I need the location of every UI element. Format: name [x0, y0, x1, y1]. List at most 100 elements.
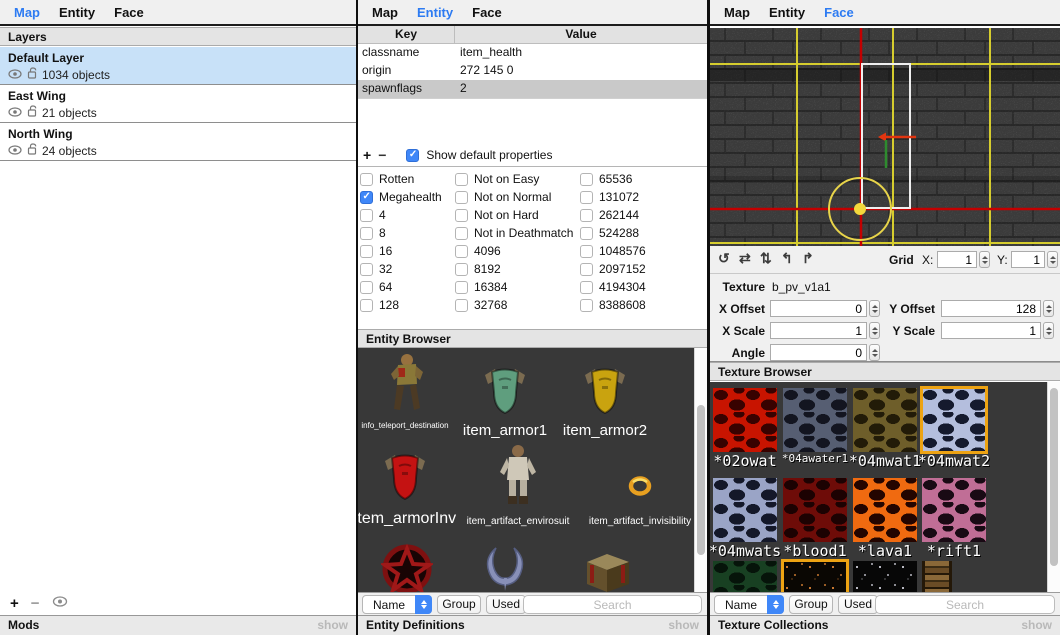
- spawnflag-16[interactable]: 16: [360, 242, 442, 260]
- spawnflag-8192[interactable]: 8192: [455, 260, 573, 278]
- x-offset-stepper[interactable]: [869, 300, 880, 317]
- visibility-icon[interactable]: [8, 68, 22, 82]
- spawnflag-megahealth[interactable]: Megahealth: [360, 188, 442, 206]
- entity-group-button[interactable]: Group: [437, 595, 481, 614]
- lock-icon[interactable]: [27, 105, 37, 120]
- show-default-properties-checkbox[interactable]: [406, 149, 419, 162]
- checkbox[interactable]: [580, 227, 593, 240]
- entity-thumb-item_artifact_envirosuit[interactable]: [484, 444, 552, 513]
- spawnflag-262144[interactable]: 262144: [580, 206, 646, 224]
- spawnflag-4096[interactable]: 4096: [455, 242, 573, 260]
- tab-map[interactable]: Map: [724, 5, 750, 20]
- spawnflag-4194304[interactable]: 4194304: [580, 278, 646, 296]
- texture-used-button[interactable]: Used: [838, 595, 878, 614]
- spawnflag-4[interactable]: 4: [360, 206, 442, 224]
- entity-thumb-item_armorInv[interactable]: [371, 452, 439, 511]
- checkbox[interactable]: [580, 209, 593, 222]
- texture-tile-04mwat1[interactable]: [853, 388, 917, 452]
- entity-browser-scrollbar[interactable]: [694, 348, 707, 592]
- texture-tile[interactable]: [853, 561, 917, 592]
- layer-row-north-wing[interactable]: North Wing24 objects: [0, 123, 356, 161]
- checkbox[interactable]: [580, 191, 593, 204]
- tab-entity[interactable]: Entity: [417, 5, 453, 20]
- visibility-icon[interactable]: [8, 144, 22, 158]
- entity-thumb-info_teleport_destination[interactable]: [371, 352, 439, 421]
- texture-tile-04awater1[interactable]: [783, 388, 847, 452]
- checkbox[interactable]: [580, 173, 593, 186]
- entity-thumb-item_armor2[interactable]: [571, 366, 639, 419]
- entity-thumb-item_armor1[interactable]: [471, 366, 539, 419]
- property-row-classname[interactable]: classnameitem_health: [358, 44, 707, 62]
- angle-input[interactable]: [770, 344, 867, 361]
- checkbox[interactable]: [360, 191, 373, 204]
- entity-sort-dropdown[interactable]: Name: [362, 595, 432, 614]
- layer-row-default-layer[interactable]: Default Layer1034 objects: [0, 47, 356, 85]
- mods-show-link[interactable]: show: [317, 616, 348, 635]
- checkbox[interactable]: [455, 173, 468, 186]
- texture-tile[interactable]: [783, 561, 847, 592]
- x-scale-input[interactable]: [770, 322, 867, 339]
- texture-tile-blood1[interactable]: [783, 478, 847, 542]
- spawnflag-2097152[interactable]: 2097152: [580, 260, 646, 278]
- texture-tile[interactable]: [922, 561, 952, 592]
- visibility-icon[interactable]: [8, 106, 22, 120]
- checkbox[interactable]: [580, 299, 593, 312]
- texture-tile-lava1[interactable]: [853, 478, 917, 542]
- tab-face[interactable]: Face: [824, 5, 854, 20]
- entity-definitions-show-link[interactable]: show: [668, 616, 699, 635]
- uv-editor-viewport[interactable]: [710, 28, 1060, 246]
- add-layer-button[interactable]: +: [10, 595, 19, 612]
- texture-group-button[interactable]: Group: [789, 595, 833, 614]
- grid-y-input[interactable]: [1011, 251, 1045, 268]
- lock-icon[interactable]: [27, 67, 37, 82]
- grid-x-input[interactable]: [937, 251, 977, 268]
- x-offset-input[interactable]: [770, 300, 867, 317]
- checkbox[interactable]: [455, 299, 468, 312]
- checkbox[interactable]: [360, 173, 373, 186]
- remove-layer-button[interactable]: −: [31, 595, 40, 612]
- entity-thumb[interactable]: [373, 542, 441, 592]
- x-scale-stepper[interactable]: [869, 322, 880, 339]
- spawnflag-8[interactable]: 8: [360, 224, 442, 242]
- spawnflag-65536[interactable]: 65536: [580, 170, 646, 188]
- spawnflag-not-on-hard[interactable]: Not on Hard: [455, 206, 573, 224]
- tab-face[interactable]: Face: [472, 5, 502, 20]
- entity-thumb[interactable]: [471, 544, 539, 592]
- checkbox[interactable]: [455, 245, 468, 258]
- texture-tile[interactable]: [713, 561, 777, 592]
- spawnflag-1048576[interactable]: 1048576: [580, 242, 646, 260]
- tab-face[interactable]: Face: [114, 5, 144, 20]
- angle-stepper[interactable]: [869, 344, 880, 361]
- tab-entity[interactable]: Entity: [59, 5, 95, 20]
- property-row-origin[interactable]: origin272 145 0: [358, 62, 707, 80]
- property-value[interactable]: 2: [455, 80, 707, 98]
- property-key[interactable]: spawnflags: [358, 80, 455, 98]
- lock-icon[interactable]: [27, 143, 37, 158]
- tab-map[interactable]: Map: [14, 5, 40, 20]
- y-scale-input[interactable]: [941, 322, 1041, 339]
- entity-used-button[interactable]: Used: [486, 595, 526, 614]
- texture-collections-show-link[interactable]: show: [1021, 616, 1052, 635]
- spawnflag-524288[interactable]: 524288: [580, 224, 646, 242]
- spawnflag-rotten[interactable]: Rotten: [360, 170, 442, 188]
- property-key[interactable]: origin: [358, 62, 455, 80]
- scrollbar-thumb[interactable]: [697, 405, 705, 555]
- y-offset-stepper[interactable]: [1043, 300, 1054, 317]
- spawnflag-16384[interactable]: 16384: [455, 278, 573, 296]
- checkbox[interactable]: [580, 245, 593, 258]
- checkbox[interactable]: [580, 281, 593, 294]
- y-scale-stepper[interactable]: [1043, 322, 1054, 339]
- spawnflag-32[interactable]: 32: [360, 260, 442, 278]
- add-property-button[interactable]: +: [363, 147, 371, 163]
- texture-tile-04mwats[interactable]: [713, 478, 777, 542]
- checkbox[interactable]: [455, 209, 468, 222]
- checkbox[interactable]: [360, 209, 373, 222]
- texture-browser-scrollbar[interactable]: [1047, 382, 1060, 592]
- flip-horizontal-icon[interactable]: ⇄: [739, 250, 751, 267]
- scrollbar-thumb[interactable]: [1050, 388, 1058, 566]
- property-key[interactable]: classname: [358, 44, 455, 62]
- rotate-cw-icon[interactable]: ↱: [802, 250, 814, 267]
- entity-thumb-item_artifact_invisibility[interactable]: [606, 474, 674, 503]
- texture-tile-04mwat2[interactable]: [922, 388, 986, 452]
- key-column-header[interactable]: Key: [358, 26, 455, 43]
